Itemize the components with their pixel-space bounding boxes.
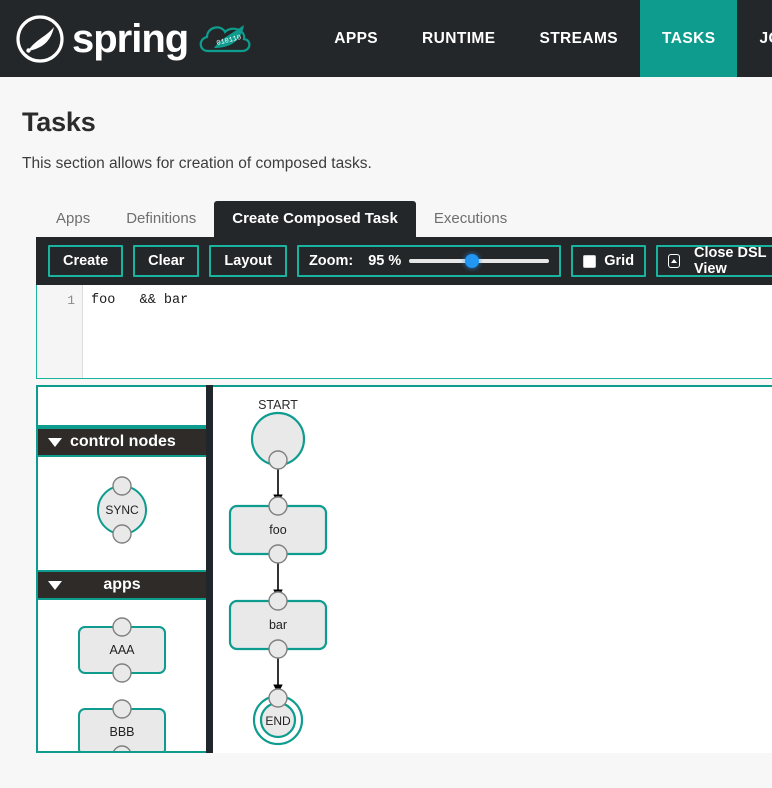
sync-node-shape: SYNC <box>97 476 147 544</box>
page-title: Tasks <box>22 107 96 137</box>
canvas-node-foo[interactable]: foo <box>228 496 328 564</box>
canvas-node-bar[interactable]: bar <box>228 591 328 659</box>
clear-button[interactable]: Clear <box>133 245 200 277</box>
nav-item-apps[interactable]: APPS <box>312 0 400 77</box>
canvas-node-start[interactable]: START <box>250 398 306 470</box>
palette-scrollbar[interactable] <box>206 385 213 753</box>
nav-item-tasks[interactable]: TASKS <box>640 0 738 77</box>
tab-definitions[interactable]: Definitions <box>108 201 214 237</box>
tab-executions[interactable]: Executions <box>416 201 525 237</box>
zoom-control-group: Zoom: 95 % <box>296 245 562 277</box>
collapse-up-icon <box>668 254 680 268</box>
page-header: Tasks This section allows for creation o… <box>0 77 772 173</box>
chevron-down-icon <box>48 437 62 447</box>
dsl-editor[interactable]: 1 foo && bar <box>36 285 772 379</box>
layout-button[interactable]: Layout <box>209 245 287 277</box>
svg-text:SYNC: SYNC <box>105 503 139 517</box>
brand-logo[interactable]: spring 010110 <box>0 0 256 77</box>
canvas-node-end[interactable]: END <box>252 688 304 746</box>
nav-links: APPS RUNTIME STREAMS TASKS JOBS <box>312 0 772 77</box>
zoom-value: 95 % <box>368 253 402 269</box>
zoom-label: Zoom: <box>308 253 354 269</box>
palette-node-sync[interactable]: SYNC <box>38 474 206 546</box>
close-dsl-view-button[interactable]: Close DSL View <box>656 245 772 277</box>
palette-node-aaa[interactable]: AAA <box>38 617 206 683</box>
flow-canvas[interactable]: START foo bar END <box>213 385 772 753</box>
canvas-node-label: bar <box>269 618 287 632</box>
grid-checkbox[interactable] <box>583 254 597 268</box>
line-number-gutter: 1 <box>37 285 83 378</box>
zoom-slider-track <box>409 259 550 263</box>
canvas-node-label: foo <box>269 523 286 537</box>
palette-group-control-nodes[interactable]: control nodes <box>38 427 206 457</box>
brand-name: spring <box>72 16 189 61</box>
app-node-shape: AAA <box>78 617 166 683</box>
chevron-down-icon <box>48 580 62 590</box>
palette-filter-input[interactable] <box>38 387 206 427</box>
canvas-node-label: END <box>265 714 291 728</box>
palette-group-apps[interactable]: apps <box>38 570 206 600</box>
zoom-slider-thumb[interactable] <box>464 254 479 268</box>
graph-area: control nodes SYNC apps AAA BBB START fo… <box>36 385 772 753</box>
editor-toolbar: Create Clear Layout Zoom: 95 % Grid Clos… <box>36 237 772 285</box>
palette-group-label: control nodes <box>70 433 176 450</box>
composed-task-editor: Create Clear Layout Zoom: 95 % Grid Clos… <box>36 237 772 753</box>
page-subtitle: This section allows for creation of comp… <box>22 155 372 172</box>
node-palette: control nodes SYNC apps AAA BBB <box>36 385 206 753</box>
dsl-text[interactable]: foo && bar <box>83 285 772 378</box>
tab-create-composed-task[interactable]: Create Composed Task <box>214 201 416 237</box>
zoom-slider[interactable] <box>409 254 550 268</box>
nav-item-streams[interactable]: STREAMS <box>517 0 640 77</box>
palette-body-control-nodes: SYNC <box>38 457 206 570</box>
tab-bar: Apps Definitions Create Composed Task Ex… <box>0 201 772 237</box>
palette-node-bbb[interactable]: BBB <box>38 699 206 751</box>
nav-item-jobs[interactable]: JOBS <box>737 0 772 77</box>
spring-cloud-dataflow-icon: 010110 <box>199 24 251 52</box>
canvas-node-label: START <box>258 398 298 412</box>
palette-body-apps: AAA BBB CCC <box>38 600 206 751</box>
tab-apps[interactable]: Apps <box>38 201 108 237</box>
top-navigation-bar: spring 010110 APPS RUNTIME STREAMS TASKS… <box>0 0 772 77</box>
grid-toggle-group[interactable]: Grid <box>571 245 647 277</box>
palette-group-label: apps <box>103 576 141 593</box>
palette-node-label: BBB <box>109 725 134 739</box>
svg-text:010110: 010110 <box>216 34 242 48</box>
nav-item-runtime[interactable]: RUNTIME <box>400 0 517 77</box>
grid-label: Grid <box>604 253 635 269</box>
spring-leaf-logo <box>16 14 64 63</box>
flow-graph: START foo bar END <box>228 398 328 746</box>
palette-node-label: AAA <box>109 643 135 657</box>
create-button[interactable]: Create <box>48 245 124 277</box>
close-dsl-view-label: Close DSL View <box>693 245 767 277</box>
app-node-shape: BBB <box>78 699 166 751</box>
